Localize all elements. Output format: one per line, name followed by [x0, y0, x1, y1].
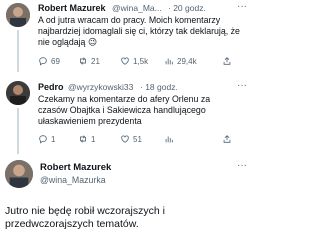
retweet-count: 21	[91, 56, 100, 66]
more-options-icon[interactable]: ···	[237, 160, 247, 171]
reply-button[interactable]: 1	[38, 134, 78, 144]
like-button[interactable]: 1,5k	[120, 56, 164, 66]
more-options-icon[interactable]: ···	[237, 1, 247, 12]
like-count: 1,5k	[133, 56, 149, 66]
views-icon	[165, 136, 173, 143]
share-button[interactable]	[222, 56, 232, 66]
retweet-count: 1	[91, 134, 96, 144]
author-handle[interactable]: @wyrzykowski33	[68, 82, 133, 92]
author-name[interactable]: Pedro	[38, 82, 64, 92]
author-handle[interactable]: @wina_Mazurka	[40, 175, 106, 185]
share-button[interactable]	[222, 134, 232, 144]
tweet-actions: 69 21 1,5k 29,4k	[38, 56, 244, 66]
reply-icon	[39, 57, 47, 66]
views-button[interactable]	[164, 134, 222, 144]
like-icon	[121, 135, 129, 143]
retweet-button[interactable]: 1	[78, 134, 120, 144]
reply-icon	[39, 135, 47, 144]
avatar[interactable]	[6, 3, 30, 27]
like-icon	[121, 57, 129, 65]
views-button[interactable]: 29,4k	[164, 56, 222, 66]
thread-line	[17, 30, 19, 72]
like-count: 51	[133, 134, 142, 144]
reply-count: 69	[51, 56, 60, 66]
reply-button[interactable]: 69	[38, 56, 78, 66]
author-handle[interactable]: @wina_Ma...	[112, 3, 162, 13]
retweet-button[interactable]: 21	[78, 56, 120, 66]
thread-line	[17, 108, 19, 154]
views-count: 29,4k	[177, 56, 197, 66]
tweet-text: A od jutra wracam do pracy. Moich koment…	[38, 15, 240, 47]
tweet-actions: 1 1 51	[38, 134, 244, 144]
share-icon	[223, 135, 231, 143]
tweet-text: Czekamy na komentarze do afery Orlenu za…	[38, 94, 211, 126]
more-options-icon[interactable]: ···	[237, 80, 247, 91]
like-button[interactable]: 51	[120, 134, 164, 144]
author-name[interactable]: Robert Mazurek	[38, 3, 106, 13]
timestamp[interactable]: · 18 godz.	[140, 82, 178, 92]
retweet-icon	[80, 57, 86, 65]
retweet-icon	[80, 135, 86, 143]
share-icon	[223, 57, 231, 65]
avatar[interactable]	[6, 81, 30, 105]
avatar[interactable]	[5, 160, 33, 188]
views-icon	[165, 58, 173, 65]
reply-count: 1	[51, 134, 56, 144]
timestamp[interactable]: · 20 godz.	[168, 3, 206, 13]
author-name[interactable]: Robert Mazurek	[40, 162, 111, 173]
tweet-text: Jutro nie będę robił wczorajszych i prze…	[5, 205, 165, 230]
